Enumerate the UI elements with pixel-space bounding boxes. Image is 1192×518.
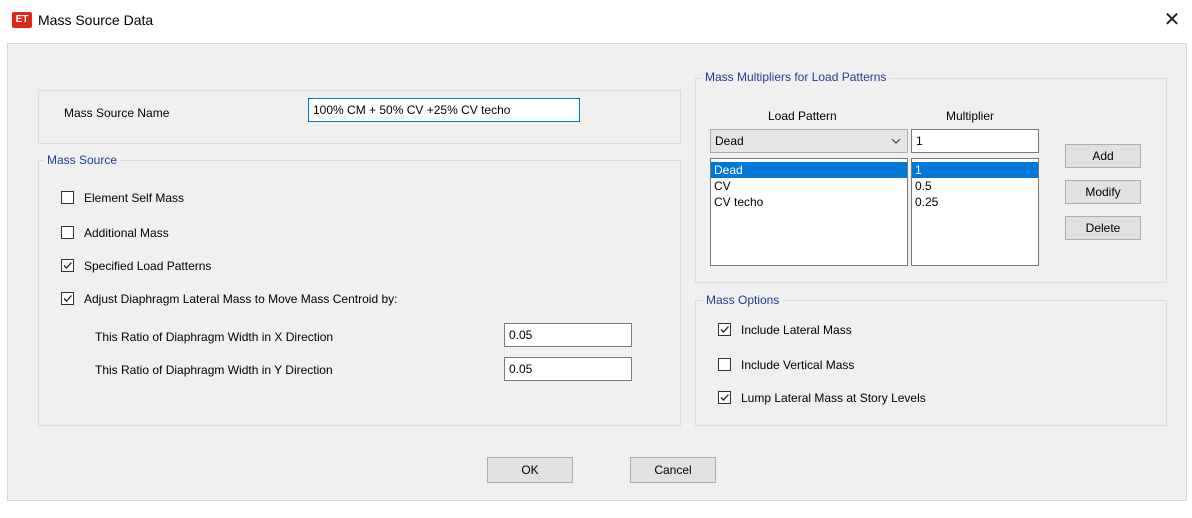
list-item[interactable]: CV — [711, 178, 907, 194]
adjust-diaphragm-checkbox[interactable] — [61, 292, 74, 305]
list-item[interactable]: Dead — [711, 162, 907, 178]
mass-source-name-label: Mass Source Name — [64, 106, 170, 120]
ratio-y-label: This Ratio of Diaphragm Width in Y Direc… — [95, 363, 333, 377]
ratio-x-input[interactable]: 0.05 — [504, 323, 632, 347]
lump-lateral-mass-checkbox[interactable] — [718, 391, 731, 404]
additional-mass-checkbox[interactable] — [61, 226, 74, 239]
list-item[interactable]: 0.25 — [912, 194, 1038, 210]
adjust-diaphragm-label: Adjust Diaphragm Lateral Mass to Move Ma… — [84, 292, 398, 306]
mass-options-legend: Mass Options — [703, 293, 783, 307]
add-button[interactable]: Add — [1065, 144, 1141, 168]
multiplier-list[interactable]: 1 0.5 0.25 — [911, 158, 1039, 266]
load-pattern-dropdown[interactable]: Dead — [710, 129, 908, 153]
load-pattern-column-header: Load Pattern — [768, 109, 837, 123]
specified-load-patterns-checkbox[interactable] — [61, 259, 74, 272]
load-pattern-list[interactable]: Dead CV CV techo — [710, 158, 908, 266]
list-item[interactable]: 1 — [912, 162, 1038, 178]
include-vertical-mass-label: Include Vertical Mass — [741, 358, 855, 372]
load-pattern-dropdown-value: Dead — [715, 134, 744, 148]
ok-button[interactable]: OK — [487, 457, 573, 483]
multiplier-column-header: Multiplier — [946, 109, 995, 123]
delete-button[interactable]: Delete — [1065, 216, 1141, 240]
additional-mass-label: Additional Mass — [84, 226, 169, 240]
include-lateral-mass-label: Include Lateral Mass — [741, 323, 852, 337]
specified-load-patterns-label: Specified Load Patterns — [84, 259, 212, 273]
title-bar: ET Mass Source Data ✕ — [0, 0, 1192, 42]
element-self-mass-checkbox[interactable] — [61, 191, 74, 204]
include-vertical-mass-checkbox[interactable] — [718, 358, 731, 371]
multiplier-input[interactable]: 1 — [911, 129, 1039, 153]
app-icon: ET — [12, 12, 32, 28]
include-lateral-mass-checkbox[interactable] — [718, 323, 731, 336]
modify-button[interactable]: Modify — [1065, 180, 1141, 204]
list-item[interactable]: 0.5 — [912, 178, 1038, 194]
list-item[interactable]: CV techo — [711, 194, 907, 210]
cancel-button[interactable]: Cancel — [630, 457, 716, 483]
lump-lateral-mass-label: Lump Lateral Mass at Story Levels — [741, 391, 926, 405]
mass-multipliers-legend: Mass Multipliers for Load Patterns — [702, 70, 890, 84]
ratio-y-input[interactable]: 0.05 — [504, 357, 632, 381]
chevron-down-icon — [891, 130, 901, 160]
ratio-x-label: This Ratio of Diaphragm Width in X Direc… — [95, 330, 334, 344]
close-icon[interactable]: ✕ — [1160, 8, 1184, 32]
element-self-mass-label: Element Self Mass — [84, 191, 185, 205]
mass-source-name-input[interactable]: 100% CM + 50% CV +25% CV techo — [308, 98, 580, 122]
window-title: Mass Source Data — [38, 12, 154, 28]
mass-source-legend: Mass Source — [44, 153, 121, 167]
